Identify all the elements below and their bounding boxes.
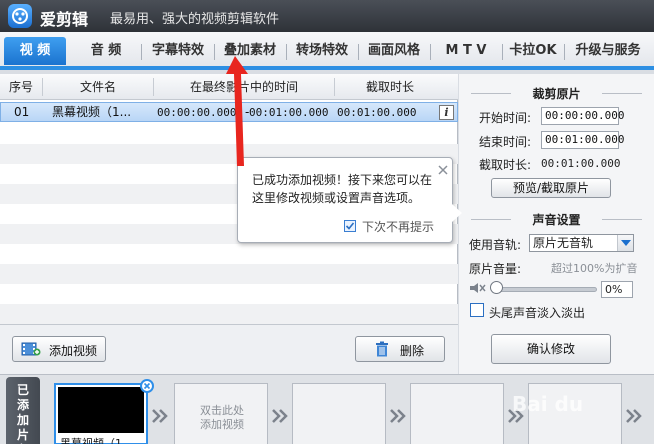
tab-separator xyxy=(286,44,287,60)
end-time-label: 结束时间: xyxy=(479,135,532,149)
dont-show-again-label: 下次不再提示 xyxy=(362,220,435,234)
duration-label: 截取时长: xyxy=(479,158,532,172)
empty-clip-slot[interactable]: 双击此处 添加视频 xyxy=(174,383,268,444)
start-time-label: 开始时间: xyxy=(479,111,532,125)
app-logo-icon xyxy=(8,4,32,28)
audio-track-label: 使用音轨: xyxy=(469,238,522,252)
row-end-time: 00:01:00.000 xyxy=(249,106,329,119)
empty-slot-hint: 双击此处 添加视频 xyxy=(200,404,244,431)
delete-label: 删除 xyxy=(400,344,425,358)
dont-show-again-checkbox[interactable] xyxy=(344,220,356,232)
double-chevron-right-icon xyxy=(390,409,406,423)
tab-mtv[interactable]: M T V xyxy=(432,37,500,65)
clip-name: 黑幕视频（1... xyxy=(60,437,133,444)
added-clips-label: 已添加片段 xyxy=(6,377,40,444)
row-index: 01 xyxy=(14,105,30,119)
tab-separator xyxy=(564,44,565,60)
tab-separator xyxy=(358,44,359,60)
close-icon[interactable] xyxy=(437,164,449,176)
clip-thumbnail[interactable]: 黑幕视频（1... xyxy=(54,379,154,444)
table-empty-row xyxy=(0,304,458,324)
volume-percent-field[interactable]: 0% xyxy=(601,281,633,298)
audio-track-select[interactable]: 原片无音轨 xyxy=(529,234,634,252)
chevron-down-icon xyxy=(617,235,633,251)
remove-clip-icon[interactable] xyxy=(140,379,154,393)
row-info-button[interactable]: i xyxy=(439,105,454,120)
empty-clip-slot[interactable] xyxy=(292,383,386,444)
table-empty-row xyxy=(0,244,458,264)
delete-button[interactable]: 删除 xyxy=(355,336,445,362)
end-time-field[interactable]: 00:01:00.000 xyxy=(541,131,624,149)
volume-slider-handle[interactable] xyxy=(490,281,503,294)
volume-label: 原片音量: xyxy=(469,262,522,276)
tab-separator xyxy=(430,44,431,60)
tab-separator xyxy=(214,44,215,60)
file-toolbar: 添加视频 删除 xyxy=(0,324,458,374)
column-header-index[interactable]: 序号 xyxy=(0,74,42,100)
tab-picture-style[interactable]: 画面风格 xyxy=(360,37,428,65)
table-empty-row xyxy=(0,264,458,284)
tab-separator xyxy=(502,44,503,60)
double-chevron-right-icon xyxy=(626,409,642,423)
tab-transition-effects[interactable]: 转场特效 xyxy=(288,37,356,65)
row-duration: 00:01:00.000 xyxy=(337,106,417,119)
double-chevron-right-icon xyxy=(152,409,168,423)
added-video-tooltip: 已成功添加视频！接下来您可以在这里修改视频或设置声音选项。 下次不再提示 xyxy=(237,157,462,243)
section-divider xyxy=(602,219,642,220)
tab-subtitle-effects[interactable]: 字幕特效 xyxy=(144,37,212,65)
main-tab-bar: 视 频 音 频 字幕特效 叠加素材 转场特效 画面风格 M T V 卡拉OK 升… xyxy=(0,32,654,70)
column-header-filename[interactable]: 文件名 xyxy=(43,74,153,100)
tab-karaoke[interactable]: 卡拉OK xyxy=(504,37,562,65)
add-video-label: 添加视频 xyxy=(49,344,98,358)
app-name: 爱剪辑 xyxy=(40,10,89,29)
title-bar: 爱剪辑 最易用、强大的视频剪辑软件 xyxy=(0,0,654,32)
tab-upgrade-service[interactable]: 升级与服务 xyxy=(566,37,650,65)
tab-audio[interactable]: 音 频 xyxy=(72,37,140,65)
trash-icon xyxy=(374,341,390,360)
added-clips-label-text: 已添加片段 xyxy=(16,383,29,444)
table-empty-row xyxy=(0,284,458,304)
volume-slider-track[interactable] xyxy=(493,287,597,292)
start-time-field[interactable]: 00:00:00.000 xyxy=(541,107,624,125)
audio-track-value: 原片无音轨 xyxy=(533,236,594,250)
section-divider xyxy=(602,93,642,94)
volume-hint: 超过100%为扩音 xyxy=(551,262,638,275)
empty-clip-slot[interactable] xyxy=(410,383,504,444)
preview-crop-button[interactable]: 预览/截取原片 xyxy=(491,178,611,198)
tab-video[interactable]: 视 频 xyxy=(4,37,66,65)
tooltip-text: 已成功添加视频！接下来您可以在这里修改视频或设置声音选项。 xyxy=(252,173,433,205)
row-filename: 黑幕视频（1... xyxy=(52,105,132,119)
fade-label: 头尾声音淡入淡出 xyxy=(489,306,586,320)
clip-preview xyxy=(58,387,144,433)
double-chevron-right-icon xyxy=(272,409,288,423)
confirm-changes-button[interactable]: 确认修改 xyxy=(491,334,611,364)
add-video-button[interactable]: 添加视频 xyxy=(12,336,106,362)
fade-checkbox[interactable] xyxy=(470,303,484,317)
baidu-watermark: Bai du xyxy=(512,392,584,416)
app-slogan: 最易用、强大的视频剪辑软件 xyxy=(110,12,280,27)
duration-value: 00:01:00.000 xyxy=(541,157,621,170)
film-add-icon xyxy=(21,341,41,360)
column-header-duration[interactable]: 截取时长 xyxy=(335,74,445,100)
clip-settings-panel: 裁剪原片 开始时间: 00:00:00.000 结束时间: 00:01:00.0… xyxy=(459,74,654,374)
mute-speaker-icon[interactable] xyxy=(469,281,487,298)
red-annotation-arrow-icon xyxy=(226,56,248,166)
tab-separator xyxy=(141,44,142,60)
